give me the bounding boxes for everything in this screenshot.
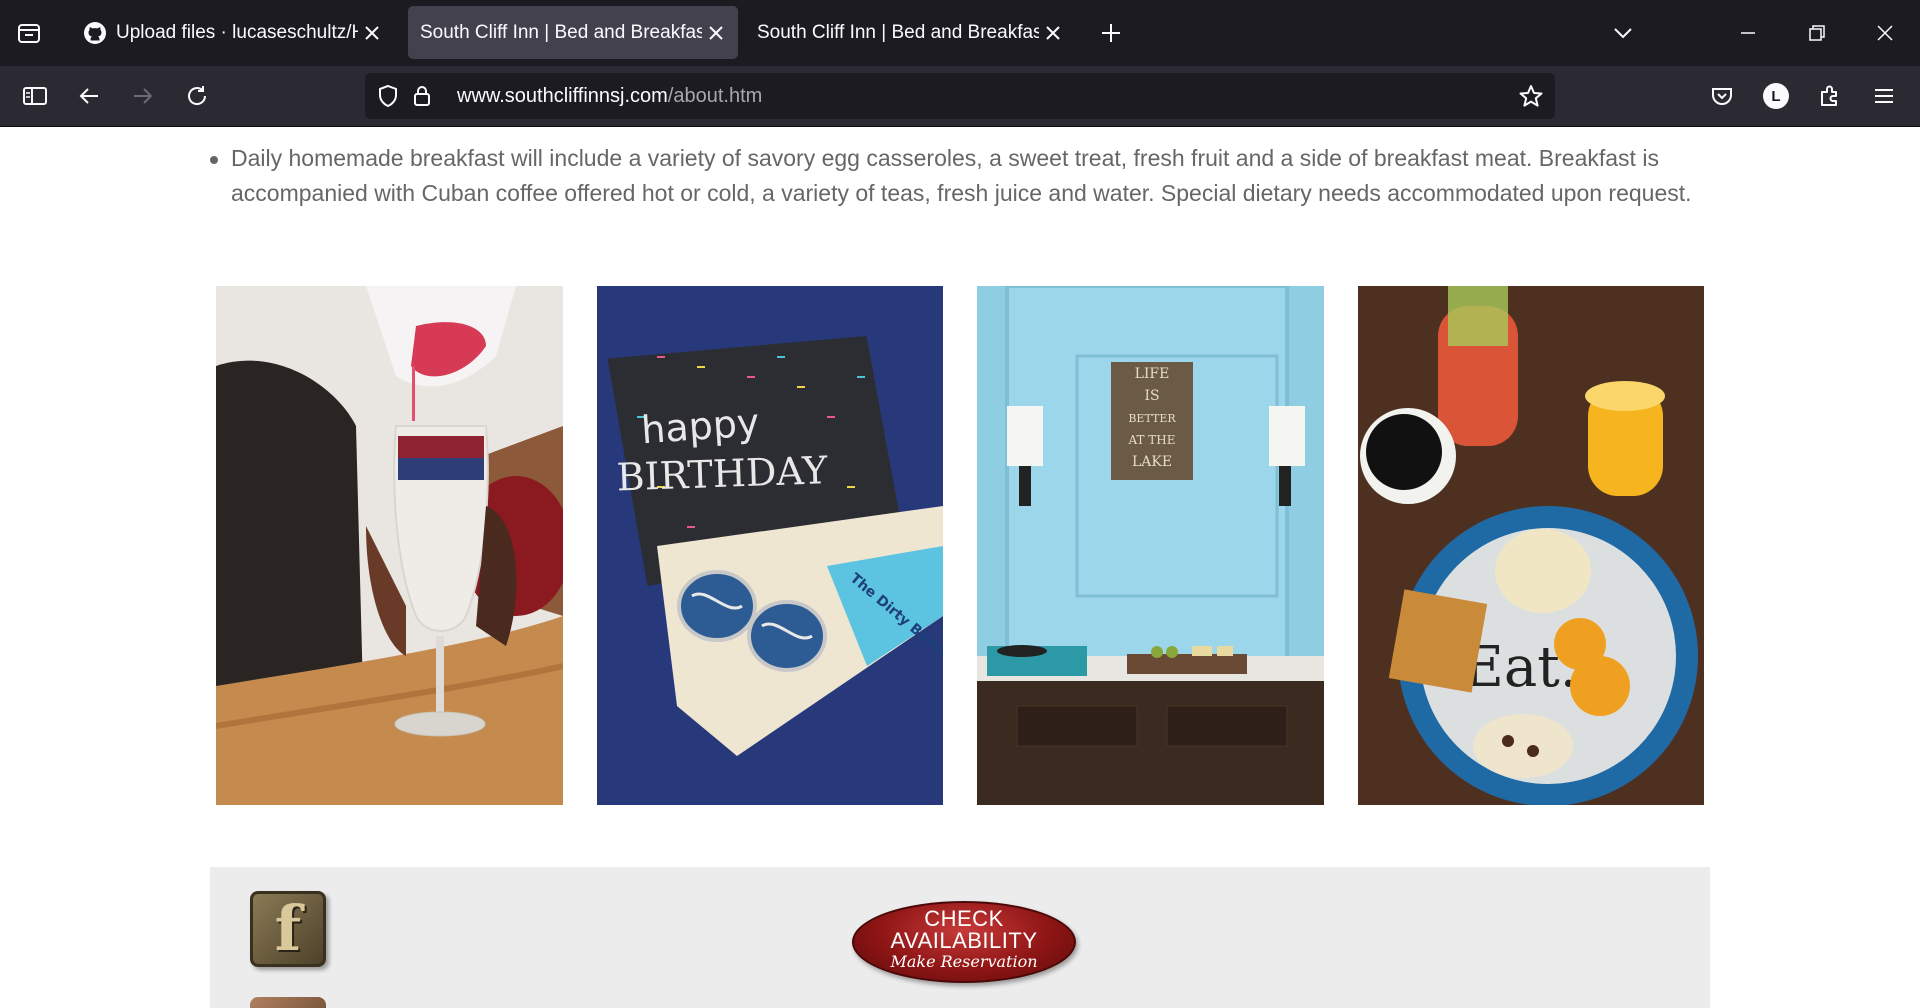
url-bar[interactable]: www.southcliffinnsj.com/about.htm — [365, 73, 1555, 119]
close-tab-icon[interactable] — [1039, 19, 1067, 47]
tab-title: Upload files · lucaseschultz/HTT — [116, 21, 358, 43]
bookmark-star-icon[interactable] — [1518, 83, 1544, 109]
pocket-button[interactable] — [1706, 80, 1738, 112]
pocket-icon — [1712, 88, 1732, 105]
url-text[interactable]: www.southcliffinnsj.com/about.htm — [457, 85, 762, 108]
navigation-toolbar: www.southcliffinnsj.com/about.htm L — [0, 66, 1920, 127]
sign-line-2: IS — [1144, 388, 1159, 404]
app-menu-button[interactable] — [1868, 80, 1900, 112]
web-page: Daily homemade breakfast will include a … — [0, 127, 1920, 1008]
sign-line-1: LIFE — [1135, 366, 1170, 382]
url-path: /about.htm — [667, 85, 763, 107]
tab-south-cliff-active[interactable]: South Cliff Inn | Bed and Breakfast | — [408, 6, 738, 59]
chevron-down-icon — [1614, 28, 1632, 39]
list-all-tabs-button[interactable] — [1606, 16, 1640, 50]
sidebar-icon — [23, 87, 47, 105]
tab-upload-files[interactable]: Upload files · lucaseschultz/HTT — [70, 6, 394, 59]
firefox-view-icon — [18, 24, 40, 43]
lock-icon[interactable] — [409, 83, 435, 109]
tracking-protection-shield-icon[interactable] — [375, 83, 401, 109]
photo-pouring-drink — [216, 286, 563, 805]
avatar: L — [1763, 83, 1789, 109]
minimize-button[interactable] — [1731, 16, 1765, 50]
amenities-list: Daily homemade breakfast will include a … — [210, 141, 1710, 211]
photo-breakfast-plate: Eat. — [1358, 286, 1704, 805]
photo-birthday-card: happy BIRTHDAY The Dirty Baker — [597, 286, 943, 805]
arrow-right-icon — [134, 88, 153, 104]
sign-line-4: AT THE — [1127, 433, 1175, 447]
facebook-icon: f — [274, 892, 302, 965]
photo-lake-sign: LIFE IS BETTER AT THE LAKE — [977, 286, 1324, 805]
footer-panel: f CHECK AVAILABILITY Make Reservation — [210, 867, 1710, 1008]
account-button[interactable]: L — [1760, 80, 1792, 112]
plus-icon — [1102, 24, 1120, 42]
sign-line-3: BETTER — [1128, 412, 1176, 425]
hamburger-menu-icon — [1875, 89, 1893, 103]
puzzle-icon — [1821, 85, 1837, 106]
close-icon — [1877, 25, 1893, 41]
facebook-link[interactable]: f — [250, 891, 326, 967]
social-link-secondary[interactable] — [250, 997, 326, 1008]
list-item: Daily homemade breakfast will include a … — [210, 141, 1710, 211]
check-availability-button[interactable]: CHECK AVAILABILITY Make Reservation — [852, 901, 1076, 983]
close-window-button[interactable] — [1868, 16, 1902, 50]
reload-icon — [188, 86, 207, 105]
minimize-icon — [1741, 32, 1755, 34]
firefox-view-button[interactable] — [14, 18, 44, 48]
restore-icon — [1809, 25, 1825, 41]
tab-title: South Cliff Inn | Bed and Breakfast | — [420, 21, 702, 43]
availability-label: AVAILABILITY — [890, 928, 1038, 953]
card-text-birthday: BIRTHDAY — [616, 448, 829, 499]
github-icon — [82, 20, 108, 46]
tab-south-cliff[interactable]: South Cliff Inn | Bed and Breakfast | — [745, 6, 1075, 59]
close-tab-icon[interactable] — [702, 19, 730, 47]
make-reservation-label: Make Reservation — [890, 952, 1038, 971]
back-button[interactable] — [73, 80, 105, 112]
restore-button[interactable] — [1800, 16, 1834, 50]
url-domain: www.southcliffinnsj.com — [457, 85, 668, 107]
sidebar-toggle-button[interactable] — [19, 80, 51, 112]
close-tab-icon[interactable] — [358, 19, 386, 47]
arrow-left-icon — [79, 88, 98, 104]
new-tab-button[interactable] — [1096, 18, 1126, 48]
sign-line-5: LAKE — [1132, 454, 1172, 470]
tab-bar: Upload files · lucaseschultz/HTT South C… — [0, 0, 1920, 66]
tab-title: South Cliff Inn | Bed and Breakfast | — [757, 21, 1039, 43]
forward-button[interactable] — [127, 80, 159, 112]
reload-button[interactable] — [181, 80, 213, 112]
check-label: CHECK — [924, 906, 1004, 931]
card-text-happy: happy — [640, 400, 761, 452]
extensions-button[interactable] — [1814, 80, 1846, 112]
